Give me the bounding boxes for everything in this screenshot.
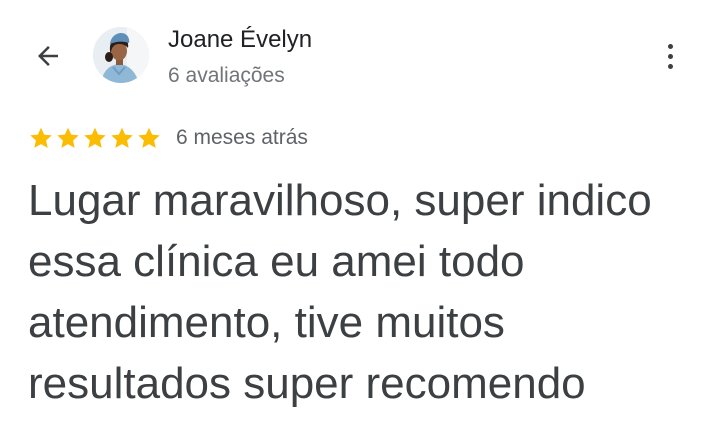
more-options-button[interactable] <box>652 36 688 76</box>
back-button[interactable] <box>30 38 66 74</box>
author-name[interactable]: Joane Évelyn <box>168 26 312 54</box>
star-icon <box>111 127 133 148</box>
review-card: Joane Évelyn 6 avaliações 6 meses atrás … <box>0 0 720 444</box>
star-icon <box>57 127 79 148</box>
rating-row: 6 meses atrás <box>28 124 308 152</box>
review-date: 6 meses atrás <box>176 126 308 149</box>
star-icon <box>84 127 106 148</box>
review-text: Lugar maravilhoso, super indico essa clí… <box>28 176 652 408</box>
more-vert-icon-dot <box>667 53 673 59</box>
avatar-photo <box>93 27 149 83</box>
arrow-left-icon <box>38 46 58 66</box>
star-icon <box>30 127 52 148</box>
avatar[interactable] <box>93 27 149 83</box>
more-vert-icon <box>667 43 673 49</box>
star-icon <box>138 127 160 148</box>
author-review-count: 6 avaliações <box>168 64 285 87</box>
star-rating <box>28 125 162 151</box>
more-vert-icon-dot <box>667 63 673 69</box>
